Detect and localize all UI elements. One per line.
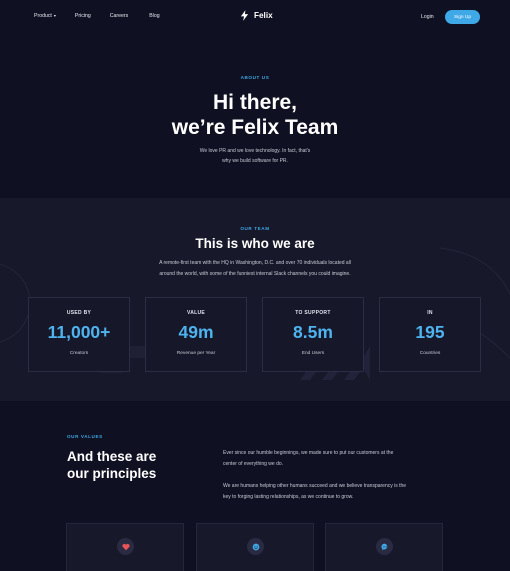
stat-card-creators: USED BY 11,000+ Creators [28,297,130,372]
nav-item-careers[interactable]: Careers [110,13,128,19]
team-description: A remote-first team with the HQ in Washi… [0,258,510,280]
stat-label: USED BY [66,310,92,316]
top-nav: Product ▾ Pricing Careers Blog Felix Logi… [0,0,510,34]
values-paragraph-line: center of everything we do. [223,461,284,467]
nav-item-pricing[interactable]: Pricing [75,13,91,19]
values-paragraph-line: Ever since our humble beginnings, we mad… [223,450,394,456]
stat-caption: End Users [301,351,325,356]
values-paragraph-line: key to forging lasting relationships, as… [223,494,354,500]
logo-text: Felix [254,11,273,20]
stat-value: 11,000+ [47,322,111,342]
stat-label: TO SUPPORT [295,310,331,316]
values-paragraph-line: We are humans helping other humans succe… [223,483,407,489]
nav-item-blog[interactable]: Blog [149,13,159,19]
team-section: OUR TEAM This is who we are A remote-fir… [0,198,510,401]
team-eyebrow: OUR TEAM [240,226,270,231]
stat-value: 8.5m [293,322,333,342]
stat-label: VALUE [186,310,206,316]
team-description-line: A remote-first team with the HQ in Washi… [159,260,351,266]
stat-caption: Countries [419,351,441,356]
signup-button[interactable]: Sign Up [445,10,480,24]
heart-icon [117,538,134,555]
nav-item-label: Product [34,13,52,19]
values-title-line: And these are [67,449,157,464]
hero-description-line: We love PR and we love technology. In fa… [199,148,311,154]
values-paragraph: Ever since our humble beginnings, we mad… [223,448,448,470]
hero-description-line: why we build software for PR. [222,158,288,164]
values-paragraph: We are humans helping other humans succe… [223,481,448,503]
values-title: And these are our principles [67,448,187,482]
stat-card-countries: IN 195 Countries [379,297,481,372]
hero-description: We love PR and we love technology. In fa… [0,146,510,166]
nav-links: Product ▾ Pricing Careers Blog [34,13,160,19]
stat-value: 49m [178,322,214,342]
stat-card-users: TO SUPPORT 8.5m End Users [262,297,364,372]
chevron-down-icon: ▾ [53,13,56,18]
stat-card-revenue: VALUE 49m Revenue per Year [145,297,247,372]
login-link[interactable]: Login [421,14,434,20]
stat-value: 195 [415,322,445,342]
principle-card [196,523,314,571]
values-title-line: our principles [67,466,157,481]
stat-caption: Revenue per Year [176,351,216,356]
hero-title-line: Hi there, [212,91,298,114]
hero-title: Hi there, we’re Felix Team [0,90,510,140]
lightning-icon [240,10,249,21]
stat-label: IN [427,310,433,316]
logo[interactable]: Felix [240,10,273,21]
principle-card [66,523,184,571]
chat-icon [376,538,393,555]
principle-card [325,523,443,571]
nav-item-product[interactable]: Product ▾ [34,13,56,19]
team-description-line: around the world, with some of the funni… [159,271,351,277]
stat-caption: Creators [69,351,89,356]
hero-title-line: we’re Felix Team [171,116,339,139]
smile-icon [247,538,264,555]
team-title: This is who we are [195,236,315,251]
values-eyebrow: OUR VALUES [67,434,103,439]
hero-eyebrow: ABOUT US [240,75,270,80]
